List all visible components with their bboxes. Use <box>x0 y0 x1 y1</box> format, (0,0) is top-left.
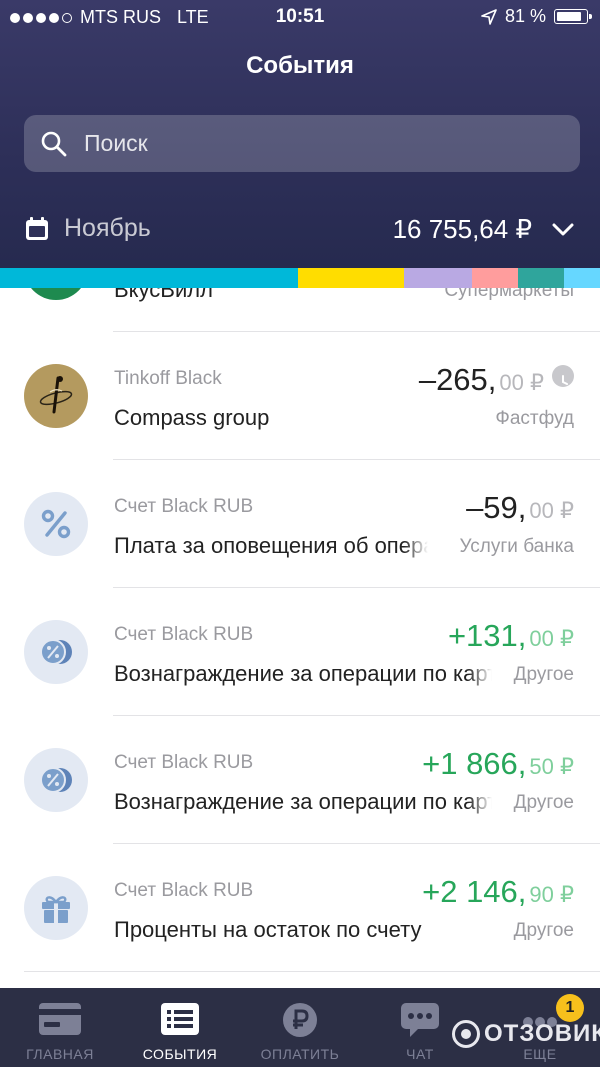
event-name: Вознаграждение за операции по карте <box>114 789 492 815</box>
event-name: Плата за оповещения об операциях <box>114 533 428 559</box>
tab-label: ЕЩЕ <box>523 1046 557 1062</box>
event-account: Счет Black RUB <box>114 496 254 517</box>
coins-percent-icon <box>24 620 88 684</box>
tab-events[interactable]: СОБЫТИЯ <box>120 988 240 1067</box>
event-row[interactable]: Счет Black RUB Вознаграждение за операци… <box>0 588 600 716</box>
location-arrow-icon <box>481 8 497 25</box>
category-segment <box>518 268 564 288</box>
tab-label: ОПЛАТИТЬ <box>260 1046 340 1062</box>
event-name: Вознаграждение за операции по карте <box>114 661 492 687</box>
event-account: Tinkoff Black <box>114 368 222 389</box>
event-category: Супермаркеты <box>444 288 574 301</box>
event-amount: –265, 00 ₽ <box>419 362 574 398</box>
battery-icon <box>554 9 592 24</box>
tab-home[interactable]: ГЛАВНАЯ <box>0 988 120 1067</box>
tab-label: ЧАТ <box>406 1046 434 1062</box>
category-spending-bar[interactable] <box>0 268 600 288</box>
chevron-down-icon <box>552 223 574 235</box>
calendar-icon <box>26 216 48 240</box>
percent-icon <box>24 492 88 556</box>
otzovik-logo-icon <box>452 1020 480 1048</box>
card-icon <box>0 1002 120 1036</box>
event-category: Другое <box>513 920 574 941</box>
otzovik-watermark: ОТЗОВИК <box>452 1020 600 1048</box>
event-row[interactable]: ВкусВилл Супермаркеты <box>0 288 600 332</box>
event-account: Счет Black RUB <box>114 624 254 645</box>
event-account: Счет Black RUB <box>114 752 254 773</box>
category-segment <box>0 268 298 288</box>
event-amount: +2 146, 90 ₽ <box>422 874 574 909</box>
category-segment <box>472 268 518 288</box>
header: MTS RUS LTE 10:51 81 % События Ноябрь 16… <box>0 0 600 268</box>
clock-icon <box>552 365 574 387</box>
notification-badge: 1 <box>556 994 584 1022</box>
month-total[interactable]: 16 755,64 ₽ <box>393 214 574 245</box>
total-amount: 16 755,64 ₽ <box>392 214 532 244</box>
merchant-logo <box>24 288 88 300</box>
month-selector[interactable]: Ноябрь <box>24 214 151 243</box>
search-icon <box>41 131 67 156</box>
event-category: Другое <box>513 664 574 685</box>
search-bar[interactable] <box>24 115 580 172</box>
event-name: ВкусВилл <box>114 288 213 302</box>
event-row[interactable]: Tinkoff Black Compass group –265, 00 ₽ Ф… <box>0 332 600 460</box>
event-amount: +1 866, 50 ₽ <box>422 746 574 781</box>
category-segment <box>404 268 472 288</box>
month-label: Ноябрь <box>64 214 151 242</box>
battery-percent: 81 % <box>504 6 546 26</box>
category-segment <box>564 268 600 288</box>
coins-percent-icon <box>24 748 88 812</box>
list-icon <box>120 1002 240 1036</box>
gift-icon <box>24 876 88 940</box>
event-name: Compass group <box>114 405 270 430</box>
event-amount: +131, 00 ₽ <box>447 618 574 653</box>
event-category: Другое <box>513 792 574 813</box>
tab-pay[interactable]: ОПЛАТИТЬ <box>240 988 360 1067</box>
tab-label: ГЛАВНАЯ <box>26 1046 94 1062</box>
events-list[interactable]: ВкусВилл Супермаркеты Tinkoff Black Comp… <box>0 288 600 988</box>
event-account: Счет Black RUB <box>114 880 254 901</box>
event-name: Проценты на остаток по счету <box>114 917 422 942</box>
category-segment <box>298 268 404 288</box>
compass-group-logo <box>24 364 88 428</box>
event-category: Фастфуд <box>495 408 574 429</box>
event-row[interactable]: Счет Black RUB Проценты на остаток по сч… <box>0 844 600 972</box>
page-title: События <box>246 52 354 79</box>
event-amount: –59, 00 ₽ <box>466 490 574 525</box>
search-input[interactable] <box>82 129 546 158</box>
status-bar: MTS RUS LTE 10:51 81 % <box>0 0 600 34</box>
event-row[interactable]: Счет Black RUB Вознаграждение за операци… <box>0 716 600 844</box>
event-row[interactable]: Счет Black RUB Плата за оповещения об оп… <box>0 460 600 588</box>
event-category: Услуги банка <box>459 536 574 557</box>
ruble-icon <box>240 1002 360 1038</box>
tab-label: СОБЫТИЯ <box>142 1046 218 1062</box>
